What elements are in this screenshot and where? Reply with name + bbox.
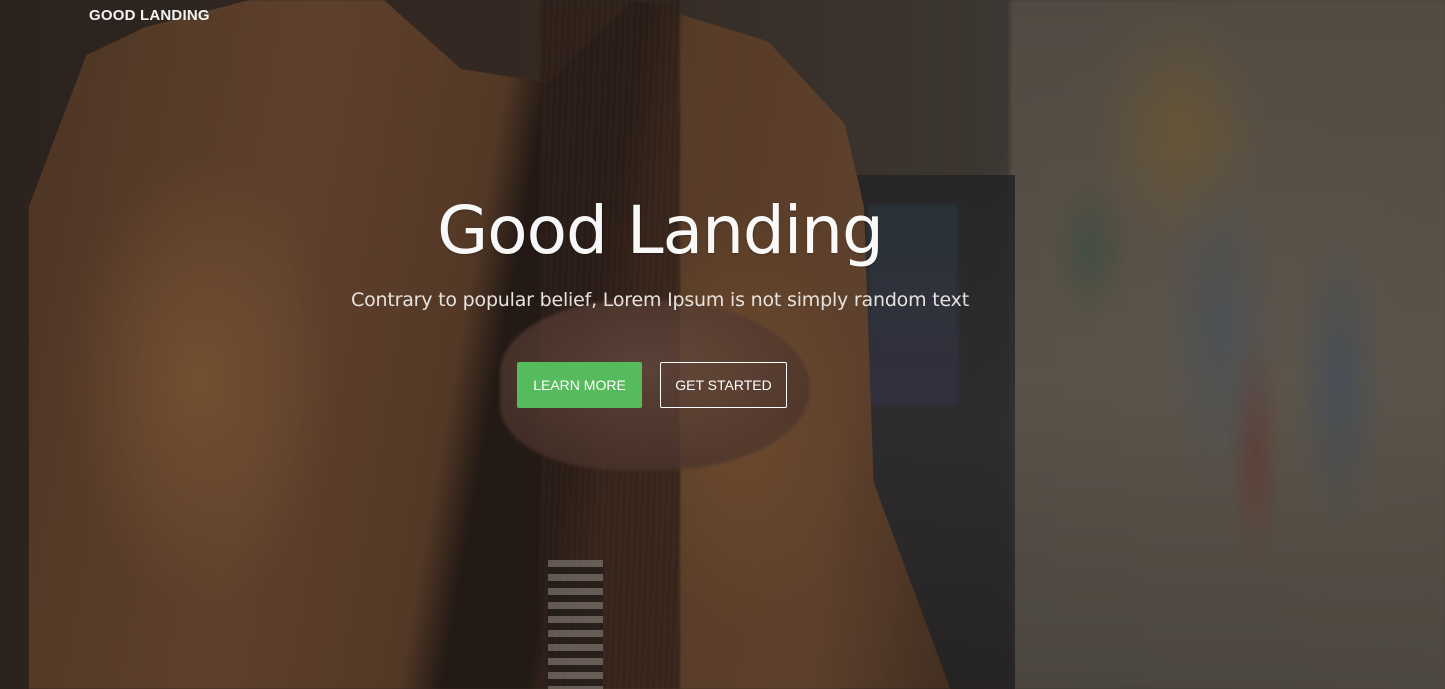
- hero-subtitle: Contrary to popular belief, Lorem Ipsum …: [351, 289, 969, 311]
- hero-title: Good Landing: [437, 192, 884, 269]
- hero-content: Good Landing Contrary to popular belief,…: [0, 0, 1445, 689]
- hero-section: GOOD LANDING Good Landing Contrary to po…: [0, 0, 1445, 689]
- get-started-button[interactable]: GET STARTED: [660, 362, 787, 408]
- learn-more-button[interactable]: LEARN MORE: [517, 362, 642, 408]
